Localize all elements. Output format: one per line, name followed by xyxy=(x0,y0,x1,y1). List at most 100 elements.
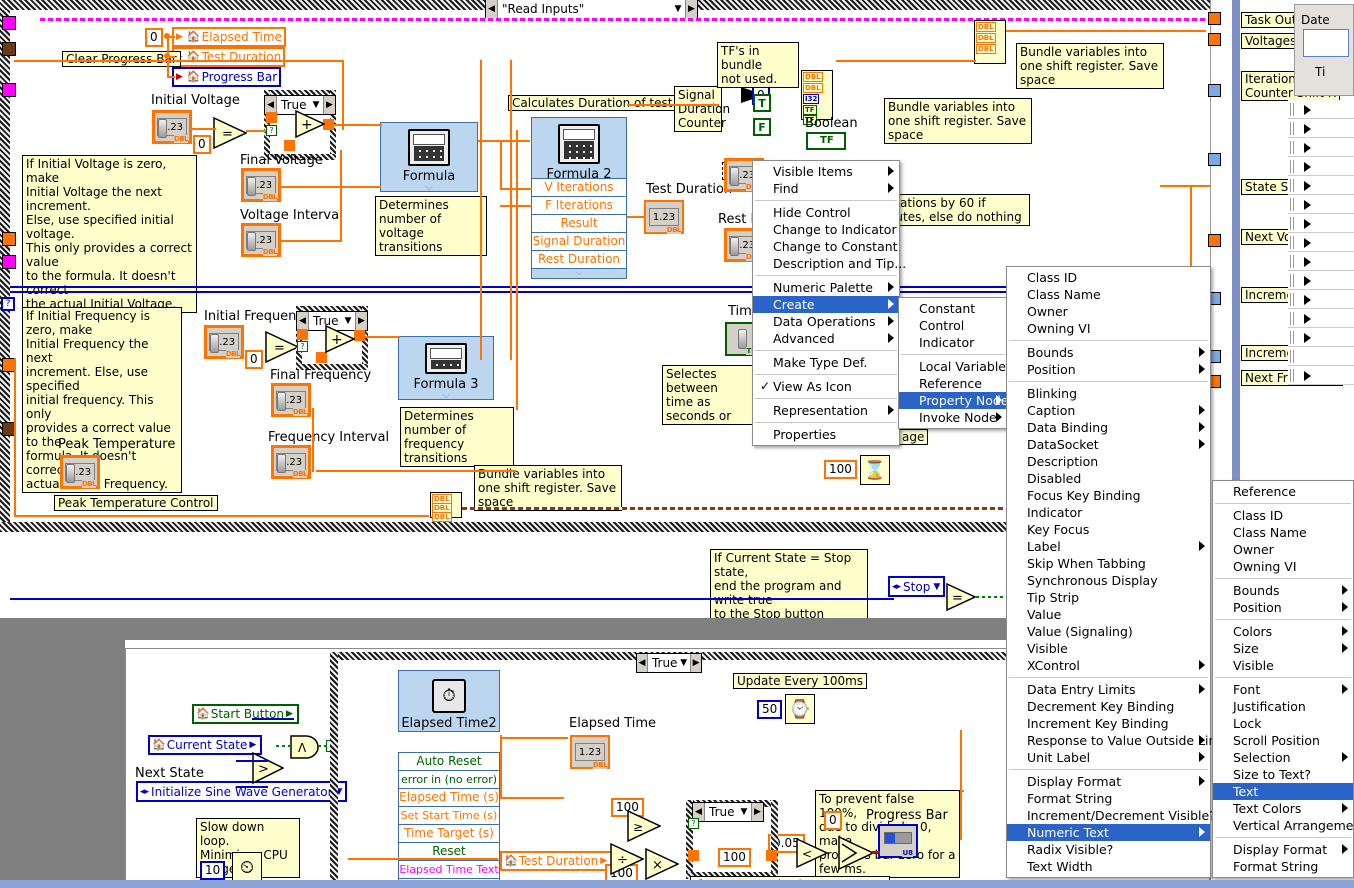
boolean-constant-false[interactable]: F xyxy=(753,118,771,136)
menu-item-description-and-tip[interactable]: Description and Tip... xyxy=(753,255,906,272)
local-variable-start-button[interactable]: 🏠 Start Button ▶ xyxy=(192,704,299,724)
case-prev-arrow[interactable]: ◀ xyxy=(297,312,309,330)
indicator-test-duration[interactable]: 1.23 DBL xyxy=(644,200,684,234)
node-terminal[interactable]: Time Target (s) xyxy=(399,824,499,842)
menu-item-format-string[interactable]: Format String xyxy=(1213,858,1353,875)
tree-row[interactable] xyxy=(1288,214,1354,233)
equal-comparison-node-freq[interactable]: = xyxy=(265,331,299,363)
menu-item-caption[interactable]: Caption xyxy=(1007,402,1210,419)
terminal-peak-temperature[interactable]: 1.23 DBL xyxy=(60,455,100,489)
case-selector-terminal[interactable]: ? xyxy=(266,125,277,136)
expand-arrow-icon[interactable] xyxy=(1304,276,1311,286)
menu-item-property-node[interactable]: Property Node xyxy=(899,392,1009,409)
menu-item-colors[interactable]: Colors xyxy=(1213,623,1353,640)
menu-item-owner[interactable]: Owner xyxy=(1007,303,1210,320)
node-terminal[interactable]: error in (no error) xyxy=(399,770,499,788)
local-variable-progress-bar[interactable]: ▶ 🏠 Progress Bar xyxy=(172,67,282,87)
local-variable-elapsed-time[interactable]: ▶ 🏠 Elapsed Time xyxy=(172,27,286,47)
menu-item-visible-items[interactable]: Visible Items xyxy=(753,163,899,180)
menu-item-decrement-key-binding[interactable]: Decrement Key Binding xyxy=(1007,698,1210,715)
right-shift-register[interactable] xyxy=(1208,234,1221,247)
case-selector-terminal-freq[interactable]: ? xyxy=(297,341,308,352)
select-node[interactable] xyxy=(838,836,874,870)
expand-arrow-icon[interactable] xyxy=(1304,200,1311,210)
menu-item-make-type-def[interactable]: Make Type Def. xyxy=(753,354,899,371)
boolean-constant-true[interactable]: T xyxy=(753,94,771,112)
menu-item-hide-control[interactable]: Hide Control xyxy=(753,204,899,221)
expand-arrow-icon[interactable] xyxy=(1304,371,1311,381)
metronome-icon[interactable]: ⏲ xyxy=(232,852,262,882)
right-shift-register[interactable] xyxy=(1208,12,1221,25)
menu-item-properties[interactable]: Properties xyxy=(753,426,899,443)
case-next-arrow[interactable]: ▶ xyxy=(355,312,367,330)
menu-item-create[interactable]: Create xyxy=(753,296,899,313)
expand-arrow-icon[interactable] xyxy=(1304,257,1311,267)
tunnel-pct-out[interactable] xyxy=(766,850,777,861)
constant-zero-top[interactable]: 0 xyxy=(145,28,163,47)
tree-row[interactable] xyxy=(1288,252,1354,271)
menu-item-local-variable[interactable]: Local Variable xyxy=(899,358,1007,375)
case-next-arrow[interactable]: ▶ xyxy=(751,803,763,821)
equal-comparison-node[interactable]: = xyxy=(213,117,247,149)
indicator-progress-bar[interactable]: U8 xyxy=(878,824,918,858)
numeric-text-submenu[interactable]: Reference Class ID Class Name Owner Owning V… xyxy=(1212,480,1354,878)
terminal-final-frequency[interactable]: 1.23 DBL xyxy=(271,383,311,417)
tunnel-in[interactable] xyxy=(266,112,277,123)
dialog-date-field[interactable] xyxy=(1303,29,1349,57)
menu-item-format-string[interactable]: Format String xyxy=(1007,790,1210,807)
shift-register-error[interactable] xyxy=(2,42,16,56)
constant-zero-frequency[interactable]: 0 xyxy=(245,350,263,369)
menu-item-text[interactable]: Text xyxy=(1213,783,1353,800)
property-node-submenu[interactable]: Class ID Class Name Owner Owning VI Bounds Po… xyxy=(1006,266,1236,878)
case-next-arrow[interactable]: ▶ xyxy=(685,0,697,18)
case-selector-bottom[interactable]: ◀ True ▼ ▶ xyxy=(636,653,702,673)
menu-item-position[interactable]: Position xyxy=(1213,599,1353,616)
multiply-node[interactable]: × xyxy=(645,848,679,880)
chevron-down-icon[interactable]: ▼ xyxy=(737,807,751,817)
menu-item-class-name[interactable]: Class Name xyxy=(1213,524,1353,541)
terminal-final-voltage[interactable]: 1.23 DBL xyxy=(241,168,281,202)
menu-item-description[interactable]: Description xyxy=(1007,453,1210,470)
menu-item-key-focus[interactable]: Key Focus xyxy=(1007,521,1210,538)
case-selector-terminal-pct[interactable]: ? xyxy=(688,818,699,829)
right-shift-register[interactable] xyxy=(1208,84,1221,97)
tree-row[interactable] xyxy=(1288,157,1354,176)
terminal-frequency-interval[interactable]: 1.23 DBL xyxy=(271,445,311,479)
expand-arrow-icon[interactable] xyxy=(1304,105,1311,115)
menu-item-increment-key-binding[interactable]: Increment Key Binding xyxy=(1007,715,1210,732)
menu-item-disabled[interactable]: Disabled xyxy=(1007,470,1210,487)
menu-item-text-width[interactable]: Text Width xyxy=(1007,858,1210,875)
menu-item-selection[interactable]: Selection xyxy=(1213,749,1353,766)
tree-row[interactable] xyxy=(1288,195,1354,214)
tree-row[interactable] xyxy=(1288,233,1354,252)
case-prev-arrow[interactable]: ◀ xyxy=(486,0,498,18)
case-prev-arrow[interactable]: ◀ xyxy=(637,654,648,672)
menu-item-synchronous-display[interactable]: Synchronous Display xyxy=(1007,572,1210,589)
tree-row[interactable] xyxy=(1288,138,1354,157)
menu-item-owning-vi[interactable]: Owning VI xyxy=(1007,320,1210,337)
menu-item-view-as-icon[interactable]: ✓ View As Icon xyxy=(753,378,899,395)
chevron-down-icon[interactable]: ⌵ xyxy=(442,391,450,401)
menu-item-tip-strip[interactable]: Tip Strip xyxy=(1007,589,1210,606)
menu-item-value[interactable]: Value xyxy=(1007,606,1210,623)
elapsed-time-node[interactable]: ⏱ Elapsed Time2 xyxy=(398,670,500,732)
tunnel-pct-in[interactable] xyxy=(688,850,699,861)
chevron-down-icon[interactable]: ▼ xyxy=(930,582,943,592)
enum-constant-next-state[interactable]: ◂▸ Initialize Sine Wave Generator ▼ xyxy=(136,781,348,802)
menu-item-indicator[interactable]: Indicator xyxy=(1007,504,1210,521)
tree-row[interactable] xyxy=(1288,290,1354,309)
menu-item-representation[interactable]: Representation xyxy=(753,402,899,419)
right-shift-register[interactable] xyxy=(1208,33,1221,46)
menu-item-unit-label[interactable]: Unit Label xyxy=(1007,749,1210,766)
menu-item-data-operations[interactable]: Data Operations xyxy=(753,313,899,330)
menu-item-xcontrol[interactable]: XControl xyxy=(1007,657,1210,674)
menu-item-change-to-constant[interactable]: Change to Constant xyxy=(753,238,899,255)
boolean-indicator[interactable]: TF xyxy=(806,132,846,150)
menu-item-position[interactable]: Position xyxy=(1007,361,1210,378)
chevron-down-icon[interactable]: ▼ xyxy=(309,100,323,110)
menu-item-font[interactable]: Font xyxy=(1213,681,1353,698)
menu-item-vertical-arrangement[interactable]: Vertical Arrangement xyxy=(1213,817,1354,834)
and-node[interactable]: Λ xyxy=(290,735,320,759)
menu-item-numeric-palette[interactable]: Numeric Palette xyxy=(753,279,899,296)
panel-scrollbar[interactable] xyxy=(1232,0,1240,480)
